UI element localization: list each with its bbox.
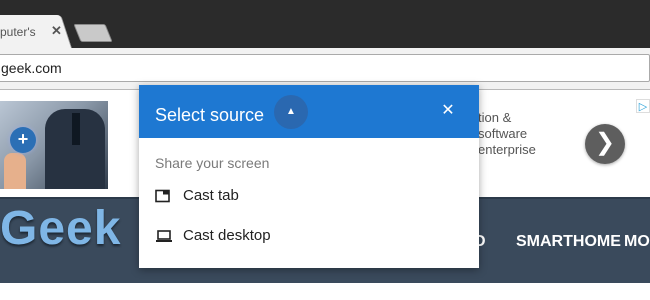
url-text: geek.com xyxy=(1,60,62,76)
share-screen-subheader: Share your screen xyxy=(155,155,270,171)
dialog-title: Select source xyxy=(155,105,265,125)
cast-tab-option[interactable]: Cast tab xyxy=(139,181,479,211)
dialog-header: Select source ▲ ✕ xyxy=(139,85,479,138)
site-logo[interactable]: Geek xyxy=(0,201,121,256)
tab-close-icon[interactable]: ✕ xyxy=(51,24,62,38)
address-bar[interactable]: geek.com xyxy=(0,54,650,82)
ad-text-line: tion & xyxy=(478,110,512,125)
cast-desktop-label: Cast desktop xyxy=(183,227,271,244)
ad-text[interactable]: tion & software enterprise xyxy=(478,110,536,158)
cast-desktop-option[interactable]: Cast desktop xyxy=(139,221,479,251)
tab-title: puter's xyxy=(0,25,36,39)
ad-text-line: software xyxy=(478,126,528,141)
plus-icon: + xyxy=(10,127,36,153)
ad-image[interactable]: + xyxy=(0,101,108,189)
nav-item-more[interactable]: MOF xyxy=(624,233,650,251)
new-tab-button[interactable] xyxy=(73,24,113,42)
ad-text-line: enterprise xyxy=(478,142,536,157)
tab-strip: puter's ✕ xyxy=(0,0,650,48)
ad-image-hand xyxy=(4,153,26,189)
close-icon[interactable]: ✕ xyxy=(439,102,457,120)
laptop-icon xyxy=(156,230,172,242)
ad-image-tie xyxy=(72,113,80,145)
cast-tab-label: Cast tab xyxy=(183,187,239,204)
browser-toolbar: geek.com xyxy=(0,48,650,90)
ad-choices-icon[interactable]: ▷ xyxy=(636,99,650,113)
nav-item-smarthome[interactable]: SMARTHOME xyxy=(516,233,621,251)
cast-dialog: Select source ▲ ✕ Share your screen Cast… xyxy=(139,85,479,268)
tab-icon xyxy=(155,189,170,203)
collapse-arrow-icon[interactable]: ▲ xyxy=(274,95,308,129)
ad-next-icon[interactable]: ❯ xyxy=(585,124,625,164)
